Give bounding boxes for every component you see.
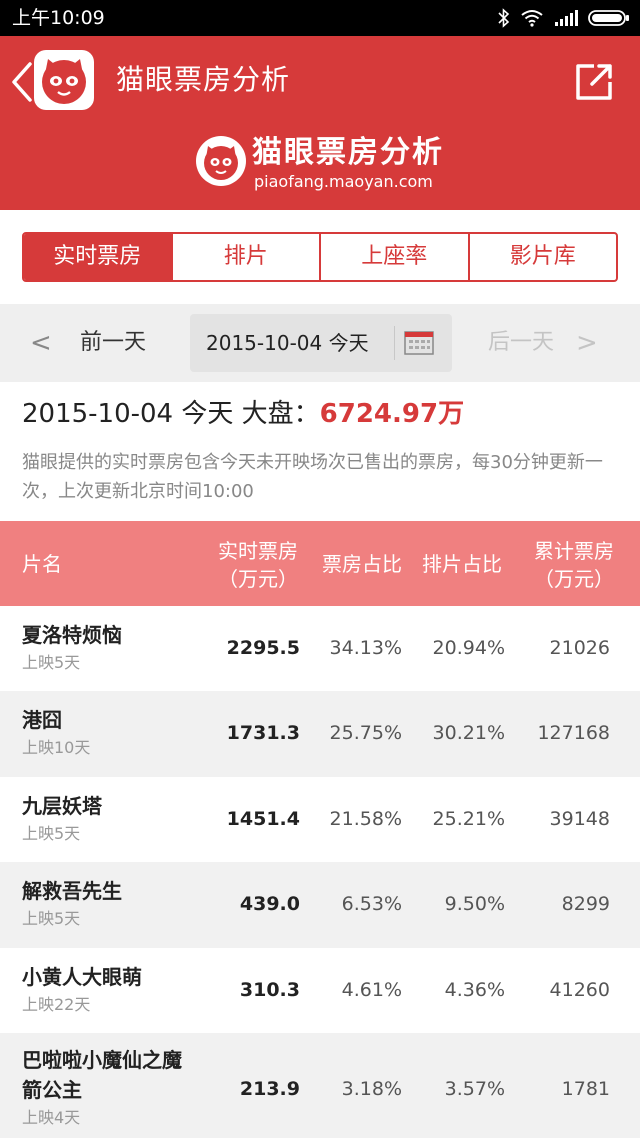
header-screen-share[interactable]: 排片占比 bbox=[412, 550, 512, 578]
realtime-box-office: 1451.4 bbox=[226, 808, 300, 830]
header-realtime-line2: （万元） bbox=[218, 567, 298, 591]
header-box-share[interactable]: 票房占比 bbox=[312, 550, 412, 578]
screening-share: 4.36% bbox=[444, 979, 505, 1001]
cumulative-box-office: 21026 bbox=[549, 637, 610, 659]
table-row[interactable]: 九层妖塔 上映5天 1451.4 21.58% 25.21% 39148 bbox=[0, 777, 640, 862]
market-summary: 2015-10-04 今天 大盘：6724.97万 bbox=[22, 396, 464, 432]
release-days: 上映10天 bbox=[22, 738, 91, 757]
current-date: 2015-10-04 今天 bbox=[206, 331, 369, 355]
bluetooth-icon bbox=[498, 8, 510, 28]
cumulative-box-office: 1781 bbox=[561, 1078, 610, 1100]
table-row[interactable]: 解救吾先生 上映5天 439.0 6.53% 9.50% 8299 bbox=[0, 862, 640, 948]
release-days: 上映22天 bbox=[22, 995, 91, 1014]
maoyan-logo[interactable] bbox=[34, 50, 94, 110]
battery-icon bbox=[588, 10, 629, 26]
signal-icon bbox=[555, 10, 578, 26]
release-days: 上映4天 bbox=[22, 1108, 81, 1127]
realtime-box-office: 439.0 bbox=[239, 893, 300, 915]
movie-title: 港囧 bbox=[22, 708, 62, 732]
tab-movie-library[interactable]: 影片库 bbox=[470, 234, 617, 280]
box-office-share: 25.75% bbox=[329, 722, 402, 744]
app-header: 猫眼票房分析 bbox=[0, 36, 640, 126]
movie-title: 夏洛特烦恼 bbox=[22, 623, 122, 647]
box-office-share: 4.61% bbox=[341, 979, 402, 1001]
status-bar: 上午10:09 bbox=[0, 0, 640, 36]
header-realtime[interactable]: 实时票房 （万元） bbox=[208, 537, 308, 593]
box-office-share: 6.53% bbox=[341, 893, 402, 915]
app-title: 猫眼票房分析 bbox=[116, 63, 291, 96]
screening-share: 3.57% bbox=[444, 1078, 505, 1100]
screening-share: 20.94% bbox=[432, 637, 505, 659]
status-icons bbox=[498, 7, 630, 29]
brand-banner: 猫眼票房分析 piaofang.maoyan.com bbox=[0, 126, 640, 210]
header-cumulative-line2: （万元） bbox=[534, 567, 614, 591]
banner-url: piaofang.maoyan.com bbox=[254, 172, 433, 191]
summary-heading: 2015-10-04 今天 大盘： bbox=[22, 399, 320, 429]
header-title: 片名 bbox=[22, 552, 62, 576]
cat-face-icon bbox=[204, 146, 238, 180]
cumulative-box-office: 39148 bbox=[549, 808, 610, 830]
divider bbox=[394, 326, 395, 360]
screening-share: 30.21% bbox=[432, 722, 505, 744]
header-cumulative-line1: 累计票房 bbox=[534, 539, 614, 563]
table-row[interactable]: 港囧 上映10天 1731.3 25.75% 30.21% 127168 bbox=[0, 691, 640, 777]
release-days: 上映5天 bbox=[22, 824, 81, 843]
realtime-box-office: 2295.5 bbox=[226, 637, 300, 659]
calendar-icon[interactable] bbox=[404, 330, 434, 356]
chevron-right-icon[interactable]: > bbox=[576, 328, 598, 358]
header-realtime-line1: 实时票房 bbox=[218, 539, 298, 563]
release-days: 上映5天 bbox=[22, 653, 81, 672]
movie-title: 巴啦啦小魔仙之魔箭公主 bbox=[22, 1048, 182, 1102]
share-icon[interactable] bbox=[572, 60, 616, 104]
table-header: 片名 实时票房 （万元） 票房占比 排片占比 累计票房 （万元） bbox=[0, 521, 640, 606]
tab-screenings[interactable]: 排片 bbox=[173, 234, 321, 280]
box-office-share: 3.18% bbox=[341, 1078, 402, 1100]
box-office-share: 21.58% bbox=[329, 808, 402, 830]
banner-logo bbox=[196, 136, 246, 186]
header-cumulative[interactable]: 累计票房 （万元） bbox=[524, 537, 624, 593]
date-navigator: < 前一天 2015-10-04 今天 后一天 > bbox=[0, 304, 640, 382]
cat-logo-icon bbox=[42, 59, 86, 104]
table-row[interactable]: 巴啦啦小魔仙之魔箭公主 上映4天 213.9 3.18% 3.57% 1781 bbox=[0, 1033, 640, 1138]
movie-title: 解救吾先生 bbox=[22, 879, 122, 903]
tab-realtime-box-office[interactable]: 实时票房 bbox=[24, 234, 173, 280]
screening-share: 25.21% bbox=[432, 808, 505, 830]
date-picker[interactable]: 2015-10-04 今天 bbox=[190, 314, 452, 372]
realtime-box-office: 310.3 bbox=[239, 979, 300, 1001]
release-days: 上映5天 bbox=[22, 909, 81, 928]
box-office-share: 34.13% bbox=[329, 637, 402, 659]
prev-day-button[interactable]: 前一天 bbox=[80, 328, 146, 358]
banner-name: 猫眼票房分析 bbox=[252, 135, 444, 170]
back-arrow-icon[interactable] bbox=[8, 60, 36, 104]
tab-bar: 实时票房 排片 上座率 影片库 bbox=[22, 232, 618, 282]
movie-title: 九层妖塔 bbox=[22, 794, 102, 818]
market-total: 6724.97万 bbox=[319, 399, 465, 429]
chevron-left-icon[interactable]: < bbox=[30, 328, 52, 358]
cumulative-box-office: 127168 bbox=[537, 722, 610, 744]
realtime-box-office: 213.9 bbox=[239, 1078, 300, 1100]
status-time: 上午10:09 bbox=[12, 7, 105, 29]
next-day-button[interactable]: 后一天 bbox=[488, 328, 554, 358]
table-row[interactable]: 小黄人大眼萌 上映22天 310.3 4.61% 4.36% 41260 bbox=[0, 948, 640, 1033]
realtime-box-office: 1731.3 bbox=[226, 722, 300, 744]
cumulative-box-office: 8299 bbox=[561, 893, 610, 915]
table-row[interactable]: 夏洛特烦恼 上映5天 2295.5 34.13% 20.94% 21026 bbox=[0, 606, 640, 691]
screening-share: 9.50% bbox=[444, 893, 505, 915]
wifi-icon bbox=[521, 10, 543, 27]
update-note: 猫眼提供的实时票房包含今天未开映场次已售出的票房，每30分钟更新一次，上次更新北… bbox=[22, 452, 603, 502]
movie-title: 小黄人大眼萌 bbox=[22, 965, 142, 989]
tab-occupancy[interactable]: 上座率 bbox=[321, 234, 470, 280]
cumulative-box-office: 41260 bbox=[549, 979, 610, 1001]
